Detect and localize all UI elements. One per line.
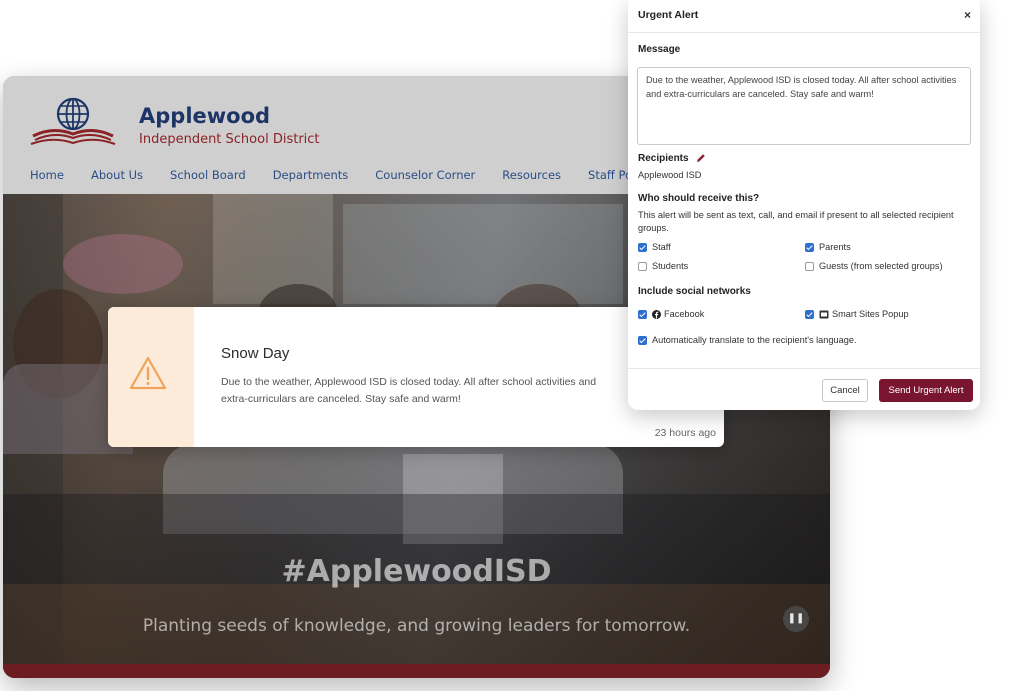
panel-divider	[628, 368, 980, 369]
recipients-label-text: Recipients	[638, 153, 689, 164]
checkbox-label: Smart Sites Popup	[832, 309, 909, 319]
checkbox-unchecked[interactable]	[638, 261, 647, 271]
alert-icon-box	[108, 307, 194, 447]
footer-bar	[3, 664, 830, 678]
checkbox-label: Guests (from selected groups)	[819, 261, 943, 271]
who-label: Who should receive this?	[638, 193, 760, 204]
hero-tagline: Planting seeds of knowledge, and growing…	[142, 616, 691, 636]
brand-name: Applewood	[139, 104, 271, 128]
recipients-label: Recipients	[638, 153, 706, 164]
alert-title: Snow Day	[221, 345, 290, 362]
pencil-icon[interactable]	[696, 153, 706, 163]
checkbox-checked[interactable]	[805, 309, 814, 319]
pause-button[interactable]: ❚❚	[783, 606, 809, 632]
alert-body: Due to the weather, Applewood ISD is clo…	[221, 376, 597, 405]
checkbox-auto-translate[interactable]: Automatically translate to the recipient…	[638, 335, 857, 345]
close-icon[interactable]: ×	[964, 8, 971, 22]
checkbox-parents[interactable]: Parents	[805, 242, 851, 252]
nav-school-board[interactable]: School Board	[170, 168, 246, 182]
nav-resources[interactable]: Resources	[502, 168, 561, 182]
cancel-button[interactable]: Cancel	[822, 379, 868, 402]
panel-title: Urgent Alert	[638, 9, 699, 21]
send-urgent-alert-button[interactable]: Send Urgent Alert	[879, 379, 973, 402]
checkbox-label: Staff	[652, 242, 671, 252]
site-nav: Home About Us School Board Departments C…	[30, 168, 679, 182]
hero-title: #ApplewoodISD	[281, 554, 552, 589]
checkbox-label: Facebook	[664, 309, 705, 319]
facebook-icon	[652, 309, 661, 319]
nav-counselor-corner[interactable]: Counselor Corner	[375, 168, 475, 182]
checkbox-checked[interactable]	[638, 335, 647, 345]
message-textarea[interactable]: Due to the weather, Applewood ISD is clo…	[637, 67, 971, 145]
social-networks-label: Include social networks	[638, 286, 751, 297]
checkbox-label: Automatically translate to the recipient…	[652, 335, 857, 345]
checkbox-checked[interactable]	[638, 242, 647, 252]
checkbox-students[interactable]: Students	[638, 261, 688, 271]
who-help-text: This alert will be sent as text, call, a…	[638, 210, 954, 233]
nav-home[interactable]: Home	[30, 168, 64, 182]
alert-timestamp: 23 hours ago	[654, 427, 716, 439]
checkbox-staff[interactable]: Staff	[638, 242, 671, 252]
checkbox-checked[interactable]	[805, 242, 814, 252]
urgent-alert-panel: Urgent Alert × Message Due to the weathe…	[628, 0, 980, 410]
panel-header: Urgent Alert ×	[628, 0, 980, 33]
checkbox-label: Students	[652, 261, 689, 271]
checkbox-unchecked[interactable]	[805, 261, 814, 271]
checkbox-checked[interactable]	[638, 309, 647, 319]
nav-departments[interactable]: Departments	[273, 168, 349, 182]
checkbox-facebook[interactable]: Facebook	[638, 309, 704, 319]
popup-icon	[819, 310, 829, 318]
nav-about-us[interactable]: About Us	[91, 168, 143, 182]
recipients-value: Applewood ISD	[638, 170, 702, 180]
brand-subtitle: Independent School District	[139, 132, 320, 147]
pause-icon: ❚❚	[787, 613, 805, 624]
logo-globe-book-icon	[30, 97, 116, 145]
checkbox-smart-sites-popup[interactable]: Smart Sites Popup	[805, 309, 909, 319]
message-label: Message	[638, 44, 681, 55]
checkbox-guests[interactable]: Guests (from selected groups)	[805, 261, 943, 271]
checkbox-label: Parents	[819, 242, 851, 252]
warning-icon	[129, 356, 167, 390]
